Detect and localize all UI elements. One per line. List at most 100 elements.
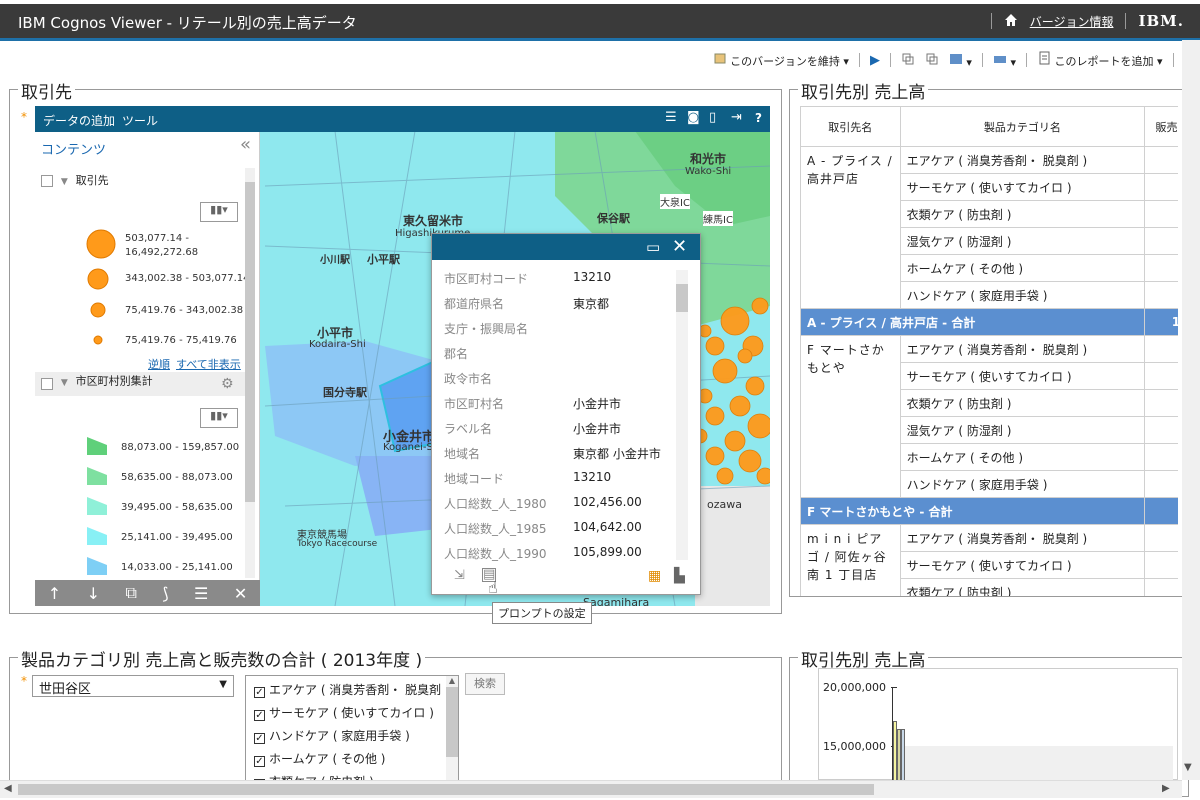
sales-table: 取引先名 製品カテゴリ名 販売数 A - プライス / 高井戸店エアケア ( 消… (800, 106, 1178, 596)
window-title: IBM Cognos Viewer - リテール別の売上高データ (18, 14, 357, 32)
run-icon[interactable]: ▶ (870, 53, 880, 68)
add-report-label: このレポートを追加 (1054, 55, 1154, 68)
zoom-to-icon[interactable]: ⇲ (454, 568, 465, 583)
prompt-settings-tooltip: プロンプトの設定 (492, 602, 592, 624)
ward-select[interactable]: 世田谷区 ▼ (32, 675, 234, 697)
scroll-left-icon[interactable]: ◀ (4, 783, 12, 794)
layer2-legend-item: 25,141.00 - 39,495.00 (121, 532, 233, 543)
scrollbar-thumb[interactable] (676, 284, 688, 312)
scroll-right-icon[interactable]: ▶ (1162, 783, 1170, 794)
scrollbar-thumb[interactable] (446, 687, 458, 757)
category-option[interactable]: ✓ サーモケア ( 使いすてカイロ ) (254, 704, 434, 721)
customer-name-cell: A - プライス / 高井戸店 (800, 146, 901, 309)
related-links-icon[interactable]: ▾ (949, 52, 972, 69)
map-label-wako: 和光市 (690, 152, 727, 166)
tools-menu[interactable]: ツール (122, 112, 158, 129)
category-checkbox[interactable]: ✓ (254, 733, 265, 744)
category-cell: エアケア ( 消臭芳香剤・ 脱臭剤 ) (899, 146, 1146, 174)
attribute-name: 人口総数_人_1990 (444, 547, 547, 561)
category-option[interactable]: ✓ ハンドケア ( 家庭用手袋 ) (254, 727, 410, 744)
collapse-panel-icon[interactable]: « (240, 134, 251, 155)
add-data-menu[interactable]: データの追加 (43, 112, 115, 129)
contents-label: コンテンツ (41, 143, 107, 158)
popup-scrollbar[interactable] (676, 270, 688, 560)
scroll-down-icon[interactable]: ▼ (1184, 762, 1192, 773)
expand-icon[interactable]: ▼ (61, 177, 68, 187)
table-icon[interactable]: ▦ (648, 568, 661, 584)
list-icon[interactable]: ☰ (665, 110, 677, 125)
contents-scrollbar[interactable] (245, 168, 255, 578)
attribute-name: 地域コード (444, 472, 505, 486)
attribute-value: 東京都 (573, 297, 610, 311)
bar[interactable] (901, 729, 905, 781)
filter-icon[interactable]: ⟆ (162, 584, 168, 603)
camera-icon[interactable]: ◙ (687, 110, 700, 125)
attribute-name: 人口総数_人_1985 (444, 522, 547, 536)
layer1-legend-item: 75,419.76 - 343,002.38 (125, 305, 244, 316)
layer1-checkbox[interactable] (41, 174, 53, 187)
group-icon[interactable]: ⧉ (125, 583, 136, 603)
category-checkbox[interactable]: ✓ (254, 687, 265, 698)
category-checkbox[interactable]: ✓ (254, 710, 265, 721)
category-summary-title: 製品カテゴリ別 売上高と販売数の合計 ( 2013年度 ) (18, 646, 426, 671)
category-cell: 湿気ケア ( 防湿剤 ) (899, 227, 1146, 255)
scrollbar-thumb[interactable] (18, 784, 874, 795)
drill-down-icon[interactable] (901, 52, 915, 69)
bar-chart-icon[interactable]: ▙ (674, 568, 685, 584)
scrollbar-thumb[interactable] (245, 182, 255, 502)
map-label-ozawa: ozawa (707, 498, 742, 511)
quantity-cell (1144, 389, 1178, 417)
keep-version-button[interactable]: このバージョンを維持 ▾ (713, 51, 849, 69)
layer2-legend-item: 58,635.00 - 88,073.00 (121, 472, 233, 483)
layer1-legend-item: 75,419.76 - 75,419.76 (125, 335, 237, 346)
header-accent-line (0, 38, 1200, 41)
cursor-hand-icon: ☝ (488, 578, 498, 597)
category-option[interactable]: ✓ ホームケア ( その他 ) (254, 750, 385, 767)
close-icon[interactable]: ✕ (672, 236, 687, 257)
quantity-cell (1144, 443, 1178, 471)
table-header-row: 取引先名 製品カテゴリ名 販売数 (800, 106, 1178, 147)
category-checkbox[interactable]: ✓ (254, 756, 265, 767)
layer2-row: ▼ 市区町村別集計 ⚙ (35, 372, 245, 396)
maximize-icon[interactable]: ▭ (646, 238, 660, 256)
layer2-checkbox[interactable] (41, 378, 53, 390)
add-report-button[interactable]: このレポートを追加 ▾ (1037, 51, 1163, 69)
layer2-style-dropdown[interactable]: ▮▮▾ (200, 408, 238, 428)
page-vertical-scrollbar[interactable]: ▼ (1182, 40, 1200, 780)
title-bar: IBM Cognos Viewer - リテール別の売上高データ バージョン情報… (0, 0, 1200, 38)
page-horizontal-scrollbar[interactable]: ◀ ▶ (0, 780, 1182, 798)
category-label: ホームケア ( その他 ) (269, 752, 386, 766)
column-header[interactable]: 取引先名 (800, 106, 901, 147)
contents-footer-toolbar: ↑ ↓ ⧉ ⟆ ☰ ✕ (35, 580, 260, 606)
layer1-style-dropdown[interactable]: ▮▮▾ (200, 202, 238, 222)
map-label-higashikurume: 東久留米市 (403, 214, 464, 228)
category-option[interactable]: ✓ エアケア ( 消臭芳香剤・ 脱臭剤 (254, 681, 441, 698)
attribute-name: ラベル名 (444, 422, 493, 436)
hide-all-link[interactable]: すべて非表示 (176, 356, 241, 372)
quantity-cell (1144, 416, 1178, 444)
book-icon[interactable]: ▯ (709, 110, 716, 125)
move-down-icon[interactable]: ↓ (87, 584, 100, 603)
category-listbox[interactable]: ✓ エアケア ( 消臭芳香剤・ 脱臭剤 ✓ サーモケア ( 使いすてカイロ ) ✓ ハンド… (245, 675, 459, 785)
reverse-link[interactable]: 逆順 (148, 356, 170, 372)
quantity-cell (1144, 281, 1178, 309)
drill-up-icon[interactable] (925, 52, 939, 69)
move-up-icon[interactable]: ↑ (48, 584, 61, 603)
subtotal-label: F マートさかもとや - 合計 (800, 497, 1146, 525)
version-info-link[interactable]: バージョン情報 (1030, 13, 1114, 30)
search-button[interactable]: 検索 (465, 673, 505, 695)
help-icon[interactable]: ? (755, 111, 762, 125)
gear-icon[interactable]: ⚙ (221, 376, 234, 392)
home-icon[interactable] (1004, 13, 1018, 30)
listbox-scrollbar[interactable]: ▲ (446, 676, 458, 784)
map-menu-bar: データの追加 ツール ☰ ◙ ▯ ⇥ ? (35, 106, 770, 132)
column-header[interactable]: 製品カテゴリ名 (899, 106, 1146, 147)
close-icon[interactable]: ✕ (234, 584, 247, 603)
quantity-cell: 2 (1144, 173, 1178, 201)
view-format-icon[interactable]: ▾ (993, 52, 1016, 69)
expand-icon[interactable]: ▼ (61, 378, 68, 388)
column-header[interactable]: 販売数 (1144, 106, 1178, 147)
separator (990, 13, 992, 29)
list-icon[interactable]: ☰ (194, 584, 208, 603)
exit-icon[interactable]: ⇥ (731, 110, 742, 125)
